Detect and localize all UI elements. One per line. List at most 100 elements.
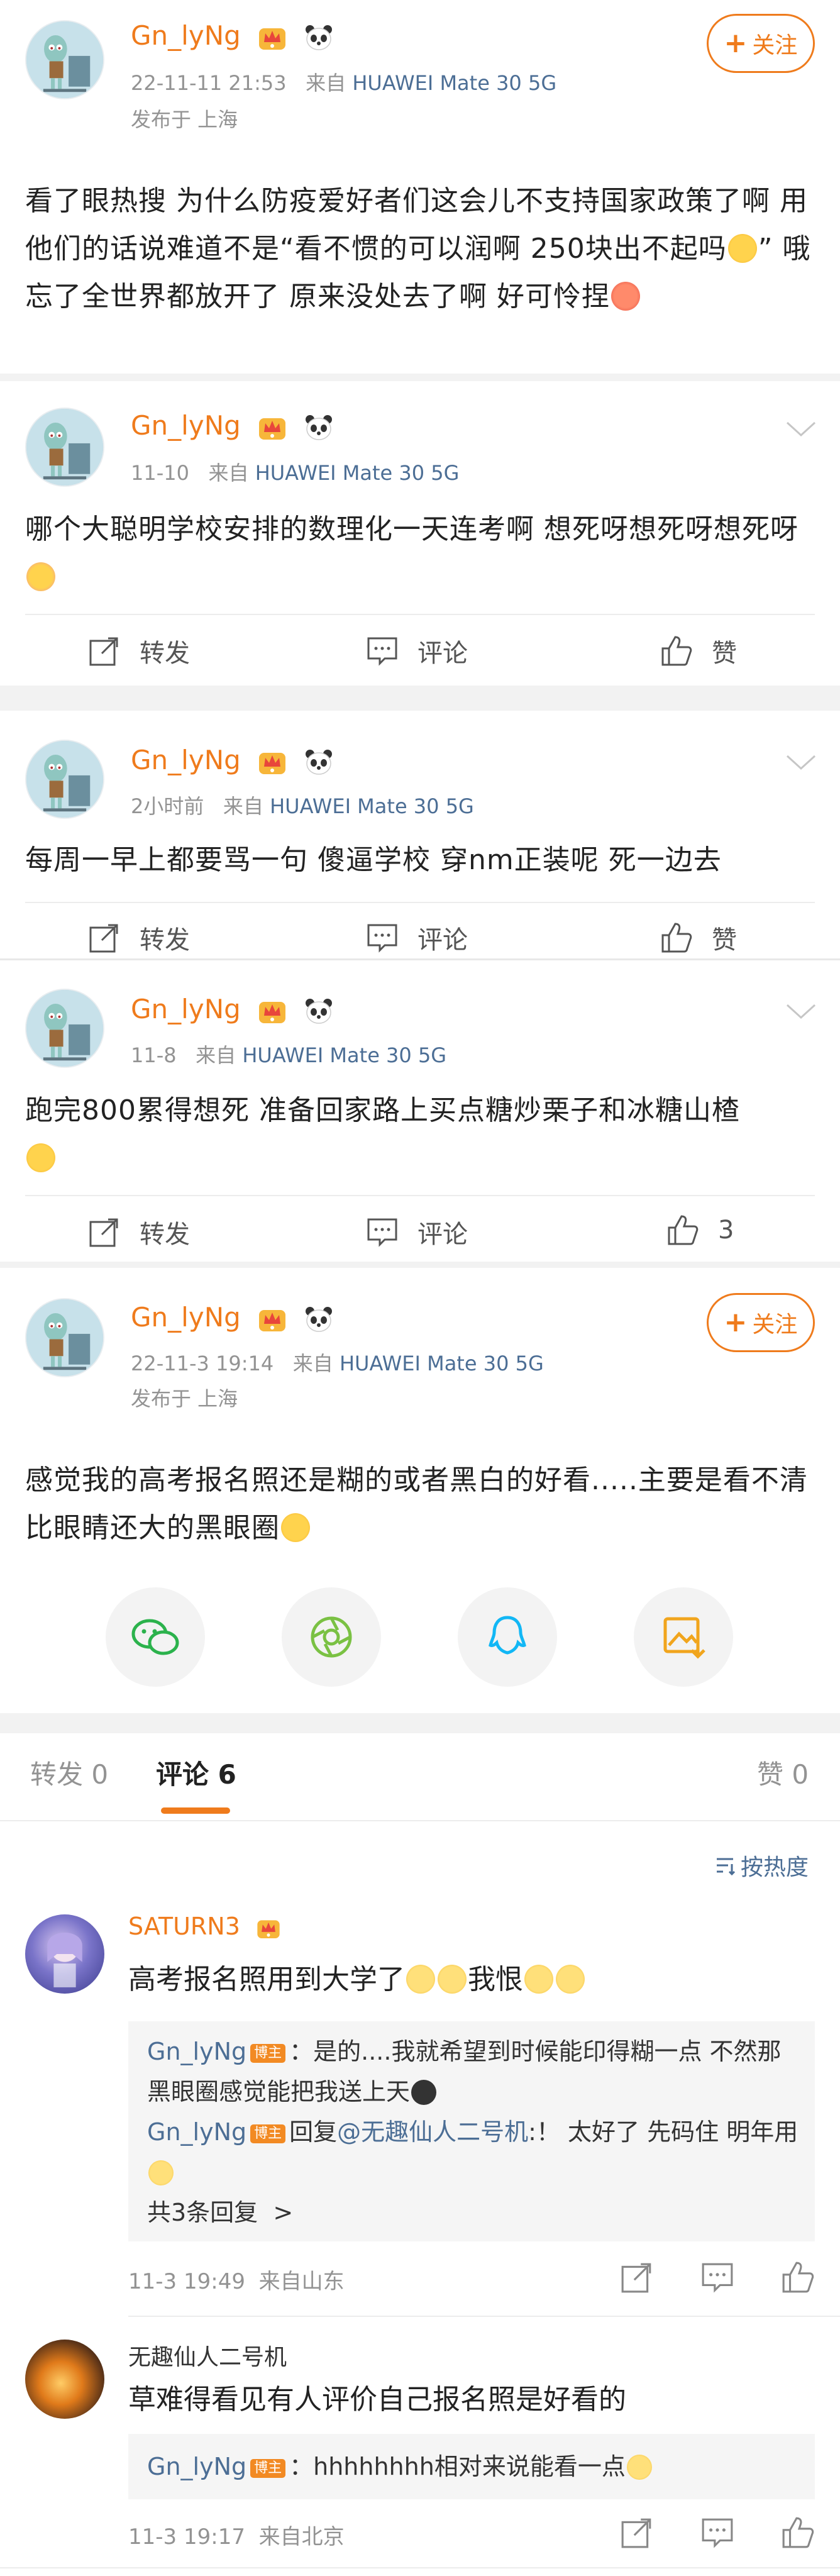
chevron-down-icon[interactable] bbox=[785, 1002, 817, 1021]
repost-button[interactable]: 转发 bbox=[88, 1214, 190, 1250]
device-link[interactable]: HUAWEI Mate 30 5G bbox=[255, 461, 460, 485]
repost-icon[interactable] bbox=[620, 2260, 654, 2294]
username-text[interactable]: Gn_lyNg bbox=[131, 20, 241, 51]
post-meta: 2小时前 来自 HUAWEI Mate 30 5G bbox=[131, 794, 474, 819]
separator bbox=[0, 1713, 840, 1733]
repost-label: 转发 bbox=[140, 926, 190, 955]
reply-username[interactable]: Gn_lyNg bbox=[147, 2453, 246, 2480]
divider bbox=[25, 1195, 815, 1196]
post-username[interactable]: Gn_lyNg bbox=[131, 994, 334, 1026]
tab-repost[interactable]: 转发 0 bbox=[30, 1759, 108, 1790]
vip-crown-icon bbox=[259, 28, 286, 50]
post-time: 22-11-11 21:53 bbox=[131, 71, 287, 95]
follow-label: 关注 bbox=[752, 33, 798, 58]
post-text: 感觉我的高考报名照还是糊的或者黑白的好看.....主要是看不清比眼睛还大的黑眼圈 bbox=[25, 1457, 817, 1552]
thumbs-up-icon[interactable] bbox=[781, 2260, 815, 2294]
username-text[interactable]: Gn_lyNg bbox=[131, 745, 241, 775]
reply-username[interactable]: Gn_lyNg bbox=[147, 2038, 246, 2065]
device-link[interactable]: HUAWEI Mate 30 5G bbox=[340, 1352, 544, 1375]
separator bbox=[0, 1262, 840, 1268]
avatar[interactable] bbox=[25, 408, 104, 487]
username-text[interactable]: 无趣仙人二号机 bbox=[128, 2345, 287, 2370]
more-replies-link[interactable]: 共3条回复 > bbox=[147, 2192, 801, 2233]
repost-button[interactable]: 转发 bbox=[88, 633, 190, 669]
comment-text: 高考报名照用到大学了 我恨 bbox=[128, 1961, 820, 1999]
divider bbox=[128, 2316, 840, 2317]
device-link[interactable]: HUAWEI Mate 30 5G bbox=[270, 794, 474, 818]
comment-time: 11-3 19:17 bbox=[128, 2524, 245, 2550]
comment-label: 评论 bbox=[417, 639, 468, 668]
divider bbox=[0, 958, 840, 960]
device-link[interactable]: HUAWEI Mate 30 5G bbox=[242, 1043, 446, 1067]
blogger-tag: 博主 bbox=[250, 2124, 286, 2143]
like-button[interactable]: 赞 bbox=[660, 919, 737, 956]
avatar[interactable] bbox=[25, 1914, 104, 1994]
post-location: 发布于 上海 bbox=[131, 108, 238, 131]
reply-prefix: 回复 bbox=[289, 2118, 338, 2146]
device-link[interactable]: HUAWEI Mate 30 5G bbox=[352, 71, 556, 95]
save-image-button[interactable] bbox=[634, 1587, 733, 1687]
reply-username[interactable]: Gn_lyNg bbox=[147, 2118, 246, 2146]
comment-icon[interactable] bbox=[700, 2516, 734, 2550]
share-wechat-button[interactable] bbox=[106, 1587, 205, 1687]
comment-location: 来自山东 bbox=[258, 2269, 345, 2294]
avatar[interactable] bbox=[25, 989, 104, 1068]
comment-button[interactable]: 评论 bbox=[366, 1214, 468, 1250]
comment-username[interactable]: SATURN3 bbox=[128, 1912, 282, 1941]
smile-emoji-icon bbox=[438, 1965, 467, 1994]
sort-by-hot-button[interactable]: 按热度 bbox=[714, 1849, 809, 1882]
post-meta: 22-11-11 21:53 来自 HUAWEI Mate 30 5G bbox=[131, 70, 556, 96]
username-text[interactable]: Gn_lyNg bbox=[131, 994, 241, 1024]
reply-text: :！ 太好了 先码住 明年用 bbox=[528, 2118, 799, 2146]
avatar[interactable] bbox=[25, 1298, 104, 1377]
post-username[interactable]: Gn_lyNg bbox=[131, 20, 334, 52]
share-moments-button[interactable] bbox=[282, 1587, 381, 1687]
panda-icon bbox=[305, 1306, 332, 1332]
post-time: 11-10 bbox=[131, 461, 189, 485]
avatar[interactable] bbox=[25, 740, 104, 819]
like-button[interactable]: 3 bbox=[666, 1214, 734, 1246]
comment-actions bbox=[620, 2516, 815, 2550]
active-tab-indicator bbox=[161, 1807, 230, 1814]
vip-crown-icon bbox=[259, 1001, 286, 1023]
comment-time: 11-3 19:49 bbox=[128, 2269, 245, 2294]
post-username[interactable]: Gn_lyNg bbox=[131, 745, 334, 777]
tab-comment[interactable]: 评论 6 bbox=[156, 1759, 236, 1790]
username-text[interactable]: Gn_lyNg bbox=[131, 1302, 241, 1333]
comment-button[interactable]: 评论 bbox=[366, 919, 468, 956]
repost-button[interactable]: 转发 bbox=[88, 919, 190, 956]
post-username[interactable]: Gn_lyNg bbox=[131, 1302, 334, 1334]
username-text[interactable]: Gn_lyNg bbox=[131, 410, 241, 441]
reply-item[interactable]: Gn_lyNg 博主 ：hhhhhhhh相对来说能看一点 bbox=[147, 2446, 801, 2487]
comment-icon[interactable] bbox=[700, 2260, 734, 2294]
sort-icon bbox=[717, 1858, 736, 1876]
blush-emoji-icon bbox=[626, 2455, 652, 2480]
post-location: 发布于 上海 bbox=[131, 1387, 238, 1411]
follow-button[interactable]: + 关注 bbox=[707, 14, 815, 73]
thumbs-up-icon[interactable] bbox=[781, 2516, 815, 2550]
username-text[interactable]: SATURN3 bbox=[128, 1913, 240, 1940]
repost-icon[interactable] bbox=[620, 2516, 654, 2550]
comment-button[interactable]: 评论 bbox=[366, 633, 468, 669]
avatar[interactable] bbox=[25, 2340, 104, 2419]
avatar[interactable] bbox=[25, 20, 104, 99]
surprised-emoji-icon bbox=[727, 234, 757, 263]
reply-item[interactable]: Gn_lyNg 博主 回复@无趣仙人二号机:！ 太好了 先码住 明年用 bbox=[147, 2112, 801, 2192]
chevron-down-icon[interactable] bbox=[785, 753, 817, 772]
share-qq-button[interactable] bbox=[458, 1587, 557, 1687]
source-prefix: 来自 bbox=[196, 1043, 236, 1067]
post-text: 看了眼热搜 为什么防疫爱好者们这会儿不支持国家政策了啊 用他们的话说难道不是“看… bbox=[25, 177, 817, 321]
comment-username[interactable]: 无趣仙人二号机 bbox=[128, 2342, 287, 2372]
chevron-down-icon[interactable] bbox=[785, 420, 817, 439]
tab-like[interactable]: 赞 0 bbox=[757, 1759, 809, 1790]
post-username[interactable]: Gn_lyNg bbox=[131, 410, 334, 442]
blogger-tag: 博主 bbox=[250, 2043, 286, 2063]
source-prefix: 来自 bbox=[306, 71, 346, 95]
post-text: 每周一早上都要骂一句 傻逼学校 穿nm正装呢 死一边去 bbox=[25, 836, 817, 884]
like-button[interactable]: 赞 bbox=[660, 633, 737, 669]
follow-button[interactable]: + 关注 bbox=[707, 1293, 815, 1352]
comment-body: 高考报名照用到大学了 bbox=[128, 1963, 405, 1996]
comment-body: 草难得看见有人评价自己报名照是好看的 bbox=[128, 2384, 626, 2416]
reply-item[interactable]: Gn_lyNg 博主 ：是的....我就希望到时候能印得糊一点 不然那黑眼圈感觉能把… bbox=[147, 2031, 801, 2112]
mention-link[interactable]: @无趣仙人二号机 bbox=[337, 2118, 528, 2146]
